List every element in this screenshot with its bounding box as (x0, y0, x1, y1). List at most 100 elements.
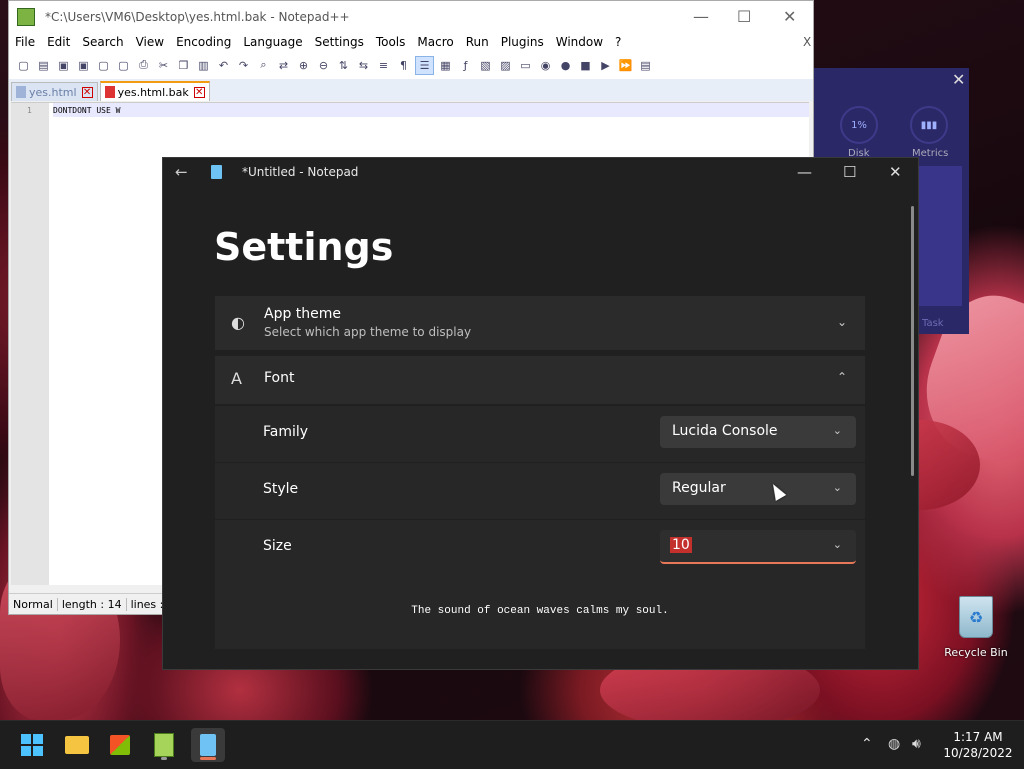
menu-edit[interactable]: Edit (41, 35, 76, 49)
font-size-combobox[interactable]: 10 ⌄ (660, 530, 856, 564)
save-all-icon[interactable]: ▣ (75, 57, 92, 74)
scrollbar[interactable] (911, 206, 914, 476)
chevron-up-icon: ⌃ (836, 370, 847, 384)
close-document-button[interactable]: X (797, 35, 817, 49)
close-icon[interactable]: ✕ (783, 7, 796, 26)
menu-language[interactable]: Language (237, 35, 308, 49)
font-style-dropdown[interactable]: Regular ⌄ (660, 473, 856, 505)
menu-window[interactable]: Window (550, 35, 609, 49)
cut-icon[interactable]: ✂ (155, 57, 172, 74)
maximize-icon[interactable]: ☐ (843, 163, 856, 181)
open-folder-icon[interactable]: ▭ (517, 57, 534, 74)
chevron-down-icon: ⌄ (836, 315, 847, 329)
disk-gauge: 1% (840, 106, 878, 144)
undo-icon[interactable]: ↶ (215, 57, 232, 74)
replace-icon[interactable]: ⇄ (275, 57, 292, 74)
doc-map-icon[interactable]: ▦ (437, 57, 454, 74)
open-file-icon[interactable]: ▤ (35, 57, 52, 74)
function-list-icon[interactable]: ƒ (457, 57, 474, 74)
file-explorer-button[interactable] (60, 728, 94, 762)
menu-encoding[interactable]: Encoding (170, 35, 237, 49)
close-icon[interactable]: ✕ (889, 163, 902, 181)
chevron-down-icon[interactable]: ⌄ (833, 538, 842, 551)
menu-run[interactable]: Run (460, 35, 495, 49)
run-macro-multiple-icon[interactable]: ⏩ (617, 57, 634, 74)
font-style-value: Regular (672, 480, 726, 496)
tab-label: yes.html (29, 85, 77, 99)
menu-tools[interactable]: Tools (370, 35, 412, 49)
zoom-in-icon[interactable]: ⊕ (295, 57, 312, 74)
notepadpp-titlebar[interactable]: *C:\Users\VM6\Desktop\yes.html.bak - Not… (9, 1, 813, 33)
notepadpp-taskbar-button[interactable] (147, 728, 181, 762)
minimize-icon[interactable]: — (693, 7, 709, 26)
save-icon[interactable]: ▣ (55, 57, 72, 74)
volume-icon[interactable]: 🔊︎ (912, 736, 921, 752)
print-icon[interactable]: ⎙ (135, 57, 152, 74)
find-icon[interactable]: ⌕ (255, 57, 272, 74)
current-line-highlight (53, 103, 809, 117)
close-tab-icon[interactable]: ✕ (193, 86, 205, 98)
back-arrow-icon[interactable]: ← (175, 163, 188, 181)
show-all-chars-icon[interactable]: ¶ (395, 57, 412, 74)
tab-yes-html-bak[interactable]: yes.html.bak ✕ (99, 81, 210, 101)
chevron-down-icon: ⌄ (832, 424, 842, 437)
network-icon[interactable]: ◍ (888, 736, 900, 752)
chevron-up-icon[interactable]: ⌃ (861, 736, 873, 752)
copy-icon[interactable]: ❐ (175, 57, 192, 74)
paste-icon[interactable]: ▥ (195, 57, 212, 74)
font-family-dropdown[interactable]: Lucida Console ⌄ (660, 416, 856, 448)
font-size-value[interactable]: 10 (670, 537, 692, 553)
store-button[interactable] (103, 728, 137, 762)
menu-settings[interactable]: Settings (309, 35, 370, 49)
menu-search[interactable]: Search (76, 35, 129, 49)
active-indicator (200, 757, 216, 760)
indent-guide-icon[interactable]: ☰ (415, 55, 434, 75)
clock-date: 10/28/2022 (943, 746, 1013, 760)
recycle-bin-desktop-icon[interactable]: ♻ Recycle Bin (943, 596, 1009, 659)
notepadpp-app-icon (17, 8, 35, 26)
notepadpp-icon (154, 733, 174, 757)
font-family-row: Family Lucida Console ⌄ (215, 406, 865, 462)
close-all-icon[interactable]: ▢ (115, 57, 132, 74)
menu-macro[interactable]: Macro (411, 35, 459, 49)
tab-label: yes.html.bak (117, 85, 189, 99)
record-macro-icon[interactable]: ● (557, 57, 574, 74)
app-theme-expander[interactable]: ◐ App theme Select which app theme to di… (215, 296, 865, 350)
menu-help[interactable]: ? (609, 35, 627, 49)
save-macro-icon[interactable]: ▤ (637, 57, 654, 74)
close-tab-icon[interactable]: ✕ (81, 86, 93, 98)
play-macro-icon[interactable]: ▶ (597, 57, 614, 74)
notepadpp-menubar: File Edit Search View Encoding Language … (9, 33, 813, 51)
monitoring-icon[interactable]: ◉ (537, 57, 554, 74)
font-expander[interactable]: A Font ⌃ (215, 356, 865, 404)
redo-icon[interactable]: ↷ (235, 57, 252, 74)
doc-list-icon[interactable]: ▨ (497, 57, 514, 74)
word-wrap-icon[interactable]: ≡ (375, 57, 392, 74)
close-icon[interactable]: ✕ (952, 70, 965, 89)
notepad-titlebar[interactable]: ← *Untitled - Notepad — ☐ ✕ (163, 158, 918, 188)
sync-vertical-icon[interactable]: ⇅ (335, 57, 352, 74)
tab-yes-html[interactable]: yes.html ✕ (11, 82, 98, 101)
preview-text: The sound of ocean waves calms my soul. (411, 605, 669, 617)
minimize-icon[interactable]: — (797, 163, 812, 181)
start-button[interactable] (15, 728, 49, 762)
menu-file[interactable]: File (9, 35, 41, 49)
system-clock[interactable]: 1:17 AM 10/28/2022 (936, 729, 1020, 761)
editor-text[interactable]: DONTDONT USE W (53, 106, 120, 115)
notepad-taskbar-button[interactable] (191, 728, 225, 762)
notepadpp-title: *C:\Users\VM6\Desktop\yes.html.bak - Not… (45, 10, 350, 24)
page-title: Settings (214, 225, 394, 269)
sync-horizontal-icon[interactable]: ⇆ (355, 57, 372, 74)
close-file-icon[interactable]: ▢ (95, 57, 112, 74)
menu-plugins[interactable]: Plugins (495, 35, 550, 49)
menu-view[interactable]: View (130, 35, 170, 49)
folder-workspace-icon[interactable]: ▧ (477, 57, 494, 74)
stop-macro-icon[interactable]: ■ (577, 57, 594, 74)
recycle-bin-label: Recycle Bin (944, 646, 1008, 659)
style-label: Style (263, 481, 299, 497)
zoom-out-icon[interactable]: ⊖ (315, 57, 332, 74)
new-file-icon[interactable]: ▢ (15, 57, 32, 74)
line-number: 1 (27, 106, 32, 115)
metrics-icon[interactable]: ▮▮▮ (910, 106, 948, 144)
maximize-icon[interactable]: ☐ (737, 7, 751, 26)
